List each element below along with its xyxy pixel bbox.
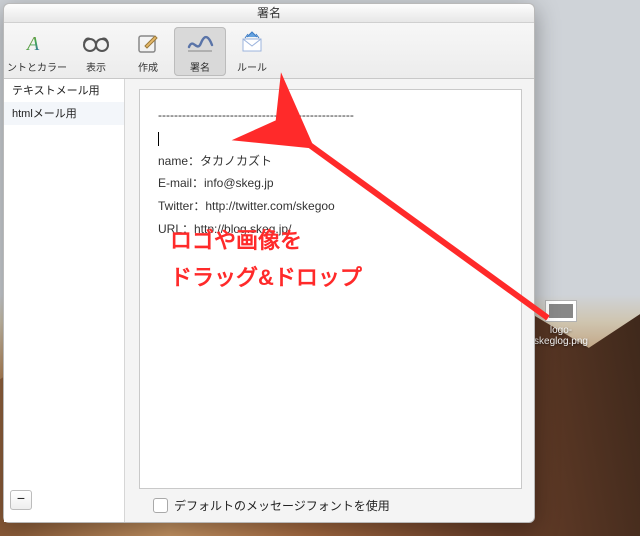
toolbar-show[interactable]: 表示 (70, 27, 122, 76)
toolbar-label: 署名 (174, 59, 226, 74)
image-file-icon (545, 300, 577, 322)
signature-icon (174, 29, 226, 57)
toolbar-rules[interactable]: ルール (226, 27, 278, 76)
toolbar-label: 表示 (70, 59, 122, 74)
desktop-file-label: logo- skeglog.png (526, 325, 596, 347)
signature-list-item[interactable]: htmlメール用 (4, 102, 124, 125)
glasses-icon (70, 29, 122, 57)
toolbar-label: ルール (226, 59, 278, 74)
signature-list-item[interactable]: テキストメール用 (4, 79, 124, 102)
signature-twitter-line: Twitter：http://twitter.com/skegoo (158, 195, 503, 218)
editor-footer: デフォルトのメッセージフォントを使用 (139, 489, 522, 522)
default-font-label: デフォルトのメッセージフォントを使用 (174, 497, 390, 514)
toolbar-fonts-colors[interactable]: A ントとカラー (4, 27, 70, 76)
rules-icon (226, 29, 278, 57)
signatures-preferences-window: 署名 A ントとカラー 表示 作成 署名 (3, 3, 535, 523)
toolbar-compose[interactable]: 作成 (122, 27, 174, 76)
signature-url-line: URL：http://blog.skeg.jp/ (158, 218, 503, 241)
signature-name-line: name：タカノカズト (158, 150, 503, 173)
signature-list: テキストメール用 htmlメール用 (4, 79, 125, 522)
signature-caret-line (158, 127, 503, 150)
default-font-checkbox[interactable] (153, 498, 168, 513)
remove-signature-button[interactable]: − (10, 490, 32, 510)
signature-editor[interactable]: ----------------------------------------… (139, 89, 522, 489)
desktop-file-logo[interactable]: logo- skeglog.png (526, 300, 596, 347)
toolbar-signature[interactable]: 署名 (174, 27, 226, 76)
fonts-colors-icon: A (4, 29, 70, 57)
toolbar-label: ントとカラー (4, 59, 70, 74)
toolbar-label: 作成 (122, 59, 174, 74)
svg-text:A: A (25, 33, 40, 55)
text-caret (158, 132, 159, 146)
signature-email-line: E-mail：info@skeg.jp (158, 172, 503, 195)
signature-divider: ----------------------------------------… (158, 104, 503, 127)
compose-icon (122, 29, 174, 57)
window-title: 署名 (4, 4, 534, 23)
preferences-toolbar: A ントとカラー 表示 作成 署名 ルール (4, 23, 534, 79)
